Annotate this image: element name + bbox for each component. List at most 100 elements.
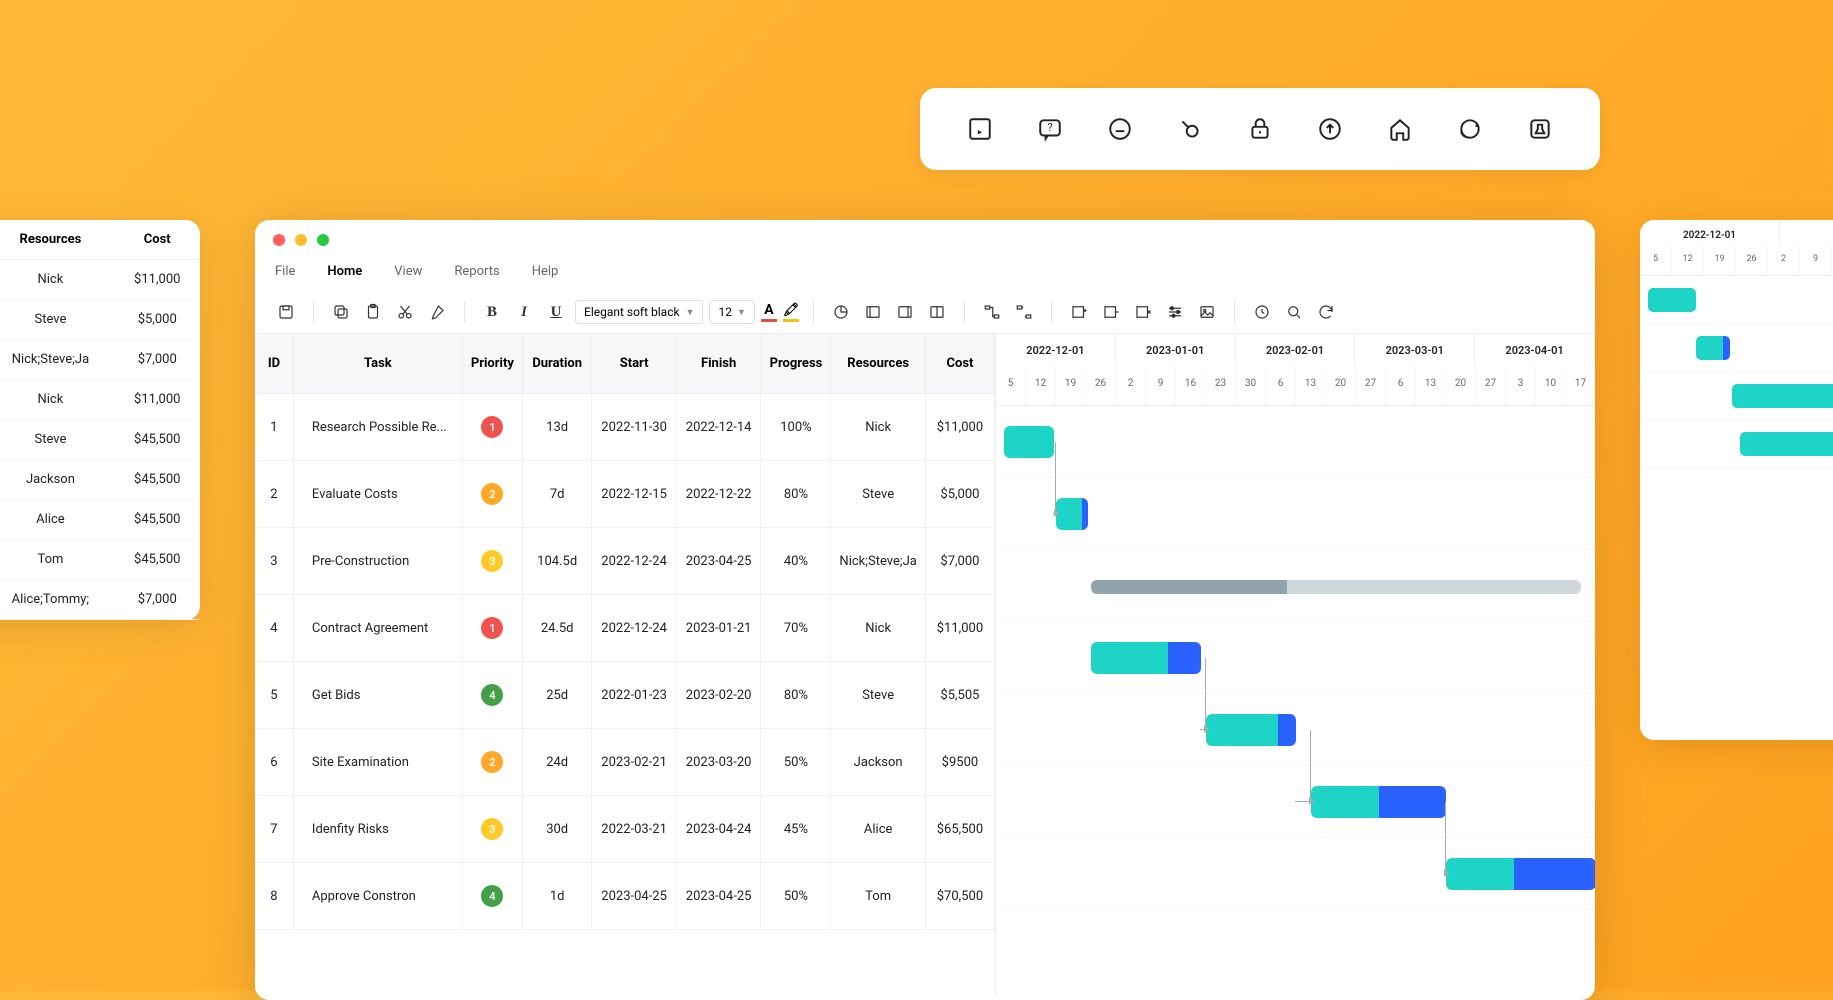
task-row[interactable]: 6 Site Examination 2 24d 2023-02-21 2023…	[255, 729, 995, 796]
panel-b-icon[interactable]	[892, 299, 918, 325]
priority-badge: 4	[481, 684, 503, 706]
left-row[interactable]: 00%Alice;Tommy;$7,000	[0, 580, 200, 620]
menu-home[interactable]: Home	[327, 264, 362, 279]
ribbon-toolbar: B I U Elegant soft black▼ 12▼ A 🖍	[255, 291, 1595, 334]
unlink-task-icon[interactable]	[1011, 299, 1037, 325]
settings-icon[interactable]	[1162, 299, 1188, 325]
bold-button[interactable]: B	[479, 299, 505, 325]
left-row[interactable]: 00%Nick$11,000	[0, 260, 200, 300]
emoji-icon[interactable]	[1106, 115, 1134, 143]
gantt-body[interactable]	[996, 406, 1595, 910]
gantt-day-row: 5121926291623306132027613202731017	[996, 366, 1595, 405]
slideshow-icon[interactable]	[966, 115, 994, 143]
col-start[interactable]: Start	[592, 334, 676, 394]
left-row[interactable]: 00%Alice$45,500	[0, 500, 200, 540]
gantt-chart: 2022-12-012023-01-012023-02-012023-03-01…	[995, 334, 1595, 996]
italic-button[interactable]: I	[511, 299, 537, 325]
left-row[interactable]: 00%Steve$45,500	[0, 420, 200, 460]
edit-col-icon[interactable]	[1098, 299, 1124, 325]
right-preview-panel: 2022-12-012023- 512192629	[1640, 220, 1833, 740]
task-row[interactable]: 7 Idenfity Risks 3 30d 2022-03-21 2023-0…	[255, 796, 995, 863]
priority-badge: 2	[481, 751, 503, 773]
maximize-dot[interactable]	[317, 234, 329, 246]
left-row[interactable]: 00%Tom$45,500	[0, 540, 200, 580]
underline-button[interactable]: U	[543, 299, 569, 325]
search-icon[interactable]	[1281, 299, 1307, 325]
del-col-icon[interactable]	[1130, 299, 1156, 325]
menu-help[interactable]: Help	[532, 264, 559, 279]
col-id[interactable]: ID	[255, 334, 293, 394]
home-icon[interactable]	[1386, 115, 1414, 143]
task-row[interactable]: 5 Get Bids 4 25d 2022-01-23 2023-02-20 8…	[255, 662, 995, 729]
task-table: IDTaskPriorityDurationStartFinishProgres…	[255, 334, 995, 996]
task-row[interactable]: 8 Approve Constron 4 1d 2023-04-25 2023-…	[255, 863, 995, 930]
menu-view[interactable]: View	[394, 264, 422, 279]
col-progress[interactable]: Progress	[761, 334, 831, 394]
col-cost: Cost	[114, 220, 200, 260]
priority-badge: 3	[481, 550, 503, 572]
highlight-color-button[interactable]: 🖍	[783, 303, 800, 322]
copy-icon[interactable]	[328, 299, 354, 325]
menu-bar: File Home View Reports Help	[255, 260, 1595, 291]
left-row[interactable]: 30%Steve$5,000	[0, 300, 200, 340]
left-preview-panel: gress Resources Cost 00%Nick$11,00030%St…	[0, 220, 200, 620]
priority-badge: 1	[481, 416, 503, 438]
minimize-dot[interactable]	[295, 234, 307, 246]
menu-file[interactable]: File	[275, 264, 295, 279]
priority-badge: 2	[481, 483, 503, 505]
close-dot[interactable]	[273, 234, 285, 246]
left-row[interactable]: 00%Jackson$45,500	[0, 460, 200, 500]
refresh-icon[interactable]	[1313, 299, 1339, 325]
gantt-bar[interactable]	[1311, 786, 1446, 818]
pie-icon[interactable]	[828, 299, 854, 325]
main-app-window: File Home View Reports Help B I U Elegan…	[255, 220, 1595, 1000]
gantt-bar[interactable]	[1091, 642, 1201, 674]
task-row[interactable]: 2 Evaluate Costs 2 7d 2022-12-15 2022-12…	[255, 461, 995, 528]
cut-icon[interactable]	[392, 299, 418, 325]
floating-toolbar: ?	[920, 88, 1600, 170]
gantt-bar[interactable]	[1206, 714, 1296, 746]
dependency-arrow	[1445, 802, 1446, 874]
dependency-arrow	[1200, 658, 1206, 730]
col-duration[interactable]: Duration	[522, 334, 592, 394]
menu-reports[interactable]: Reports	[454, 264, 499, 279]
link-task-icon[interactable]	[979, 299, 1005, 325]
window-controls	[255, 220, 1595, 260]
dependency-arrow	[1053, 442, 1056, 514]
col-priority[interactable]: Priority	[462, 334, 522, 394]
help-chat-icon[interactable]: ?	[1036, 115, 1064, 143]
left-row[interactable]: 00%Nick$11,000	[0, 380, 200, 420]
lock-icon[interactable]	[1246, 115, 1274, 143]
task-row[interactable]: 4 Contract Agreement 1 24.5d 2022-12-24 …	[255, 595, 995, 662]
col-task[interactable]: Task	[293, 334, 462, 394]
task-row[interactable]: 3 Pre-Construction 3 104.5d 2022-12-24 2…	[255, 528, 995, 595]
panel-c-icon[interactable]	[924, 299, 950, 325]
task-row[interactable]: 1 Research Possible Re... 1 13d 2022-11-…	[255, 394, 995, 461]
support-icon[interactable]	[1456, 115, 1484, 143]
paste-icon[interactable]	[360, 299, 386, 325]
col-finish[interactable]: Finish	[676, 334, 761, 394]
col-resources[interactable]: Resources	[831, 334, 925, 394]
format-painter-icon[interactable]	[424, 299, 450, 325]
gantt-bar[interactable]	[1004, 426, 1054, 458]
font-family-select[interactable]: Elegant soft black▼	[575, 300, 703, 324]
left-row[interactable]: 00%Nick;Steve;Ja$7,000	[0, 340, 200, 380]
image-icon[interactable]	[1194, 299, 1220, 325]
gantt-bar[interactable]	[1056, 498, 1088, 530]
priority-badge: 4	[481, 885, 503, 907]
add-col-icon[interactable]	[1066, 299, 1092, 325]
upload-icon[interactable]	[1316, 115, 1344, 143]
gantt-bar[interactable]	[1091, 580, 1581, 594]
col-cost[interactable]: Cost	[925, 334, 994, 394]
save-icon[interactable]	[273, 299, 299, 325]
font-size-select[interactable]: 12▼	[709, 300, 754, 324]
history-icon[interactable]	[1249, 299, 1275, 325]
gantt-bar[interactable]	[1446, 858, 1595, 890]
dependency-arrow	[1295, 730, 1311, 802]
lasso-icon[interactable]	[1176, 115, 1204, 143]
priority-badge: 3	[481, 818, 503, 840]
panel-a-icon[interactable]	[860, 299, 886, 325]
device-icon[interactable]	[1526, 115, 1554, 143]
svg-text:?: ?	[1047, 121, 1052, 134]
font-color-button[interactable]: A	[761, 302, 777, 322]
